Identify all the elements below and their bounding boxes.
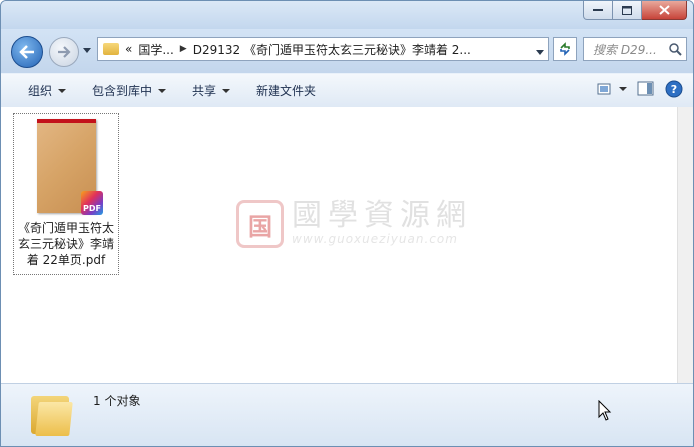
watermark: 国 國學資源網 www.guoxueziyuan.com <box>236 200 472 248</box>
maximize-button[interactable] <box>613 1 642 20</box>
back-arrow-icon <box>19 45 34 59</box>
file-list[interactable]: PDF 《奇门遁甲玉符太玄三元秘诀》李靖着 22单页.pdf 国 國學資源網 w… <box>1 107 677 383</box>
change-view-button[interactable] <box>597 82 627 96</box>
item-count: 1 个对象 <box>93 394 141 408</box>
file-item[interactable]: PDF 《奇门遁甲玉符太玄三元秘诀》李靖着 22单页.pdf <box>13 113 119 275</box>
caption-buttons <box>583 1 687 20</box>
preview-pane-icon[interactable] <box>637 81 655 97</box>
back-button[interactable] <box>11 36 43 68</box>
svg-text:?: ? <box>671 83 677 96</box>
address-bar[interactable]: « 国学... ▶ D29132 《奇门遁甲玉符太玄三元秘诀》李靖着 2... <box>97 37 549 61</box>
pdf-icon: PDF <box>81 191 103 215</box>
search-icon[interactable] <box>668 42 682 56</box>
watermark-title: 國學資源網 <box>292 198 472 233</box>
recent-pages-dropdown[interactable] <box>82 45 92 55</box>
include-in-library-label: 包含到库中 <box>92 84 153 98</box>
share-label: 共享 <box>192 84 217 98</box>
chevron-down-icon <box>83 47 91 53</box>
mouse-pointer-icon <box>598 400 612 421</box>
file-name: 《奇门遁甲玉符太玄三元秘诀》李靖着 22单页.pdf <box>17 221 114 267</box>
chevron-down-icon <box>536 50 544 55</box>
explorer-window: « 国学... ▶ D29132 《奇门遁甲玉符太玄三元秘诀》李靖着 2... … <box>0 0 694 447</box>
organize-menu[interactable]: 组织 <box>28 82 67 99</box>
help-icon[interactable]: ? <box>665 80 683 98</box>
folder-icon <box>103 43 119 55</box>
title-bar <box>1 1 693 29</box>
organize-label: 组织 <box>28 84 53 98</box>
close-icon <box>658 5 670 15</box>
watermark-url: www.guoxueziyuan.com <box>292 232 458 246</box>
maximize-icon <box>622 5 632 15</box>
folder-front <box>35 402 73 436</box>
command-bar: 组织 包含到库中 共享 新建文件夹 ? <box>1 73 693 108</box>
dropdown-arrow-icon <box>58 88 67 93</box>
share-menu[interactable]: 共享 <box>192 82 231 99</box>
close-button[interactable] <box>642 1 687 20</box>
new-folder-button[interactable]: 新建文件夹 <box>256 82 316 99</box>
minimize-icon <box>593 9 603 11</box>
forward-button[interactable] <box>49 37 79 67</box>
refresh-icon <box>560 42 570 56</box>
minimize-button[interactable] <box>583 1 613 20</box>
forward-arrow-icon <box>58 46 71 58</box>
address-dropdown[interactable] <box>536 44 544 58</box>
folder-icon <box>31 392 73 436</box>
breadcrumb-item-current[interactable]: D29132 《奇门遁甲玉符太玄三元秘诀》李靖着 2... <box>193 41 471 58</box>
search-box[interactable]: 搜索 D29... <box>583 37 687 61</box>
view-controls: ? <box>597 80 683 98</box>
search-placeholder: 搜索 D29... <box>593 42 657 57</box>
thumbnail-header <box>37 119 96 123</box>
watermark-text: 國學資源網 www.guoxueziyuan.com <box>292 198 472 247</box>
breadcrumb-item[interactable]: 国学... <box>138 41 173 58</box>
dropdown-arrow-icon <box>158 88 167 93</box>
view-icon <box>597 83 611 95</box>
dropdown-arrow-icon <box>222 88 231 93</box>
new-folder-label: 新建文件夹 <box>256 84 317 98</box>
include-in-library-menu[interactable]: 包含到库中 <box>92 82 167 99</box>
navigation-bar: « 国学... ▶ D29132 《奇门遁甲玉符太玄三元秘诀》李靖着 2... … <box>1 29 693 73</box>
breadcrumb-overflow[interactable]: « <box>125 42 132 56</box>
vertical-scrollbar[interactable] <box>677 107 693 383</box>
refresh-button[interactable] <box>553 37 577 61</box>
details-pane: 1 个对象 <box>1 383 693 446</box>
watermark-seal-icon: 国 <box>236 200 284 248</box>
dropdown-arrow-icon <box>619 87 627 91</box>
breadcrumb: « 国学... ▶ D29132 《奇门遁甲玉符太玄三元秘诀》李靖着 2... <box>125 41 471 58</box>
breadcrumb-separator-icon[interactable]: ▶ <box>180 44 187 54</box>
